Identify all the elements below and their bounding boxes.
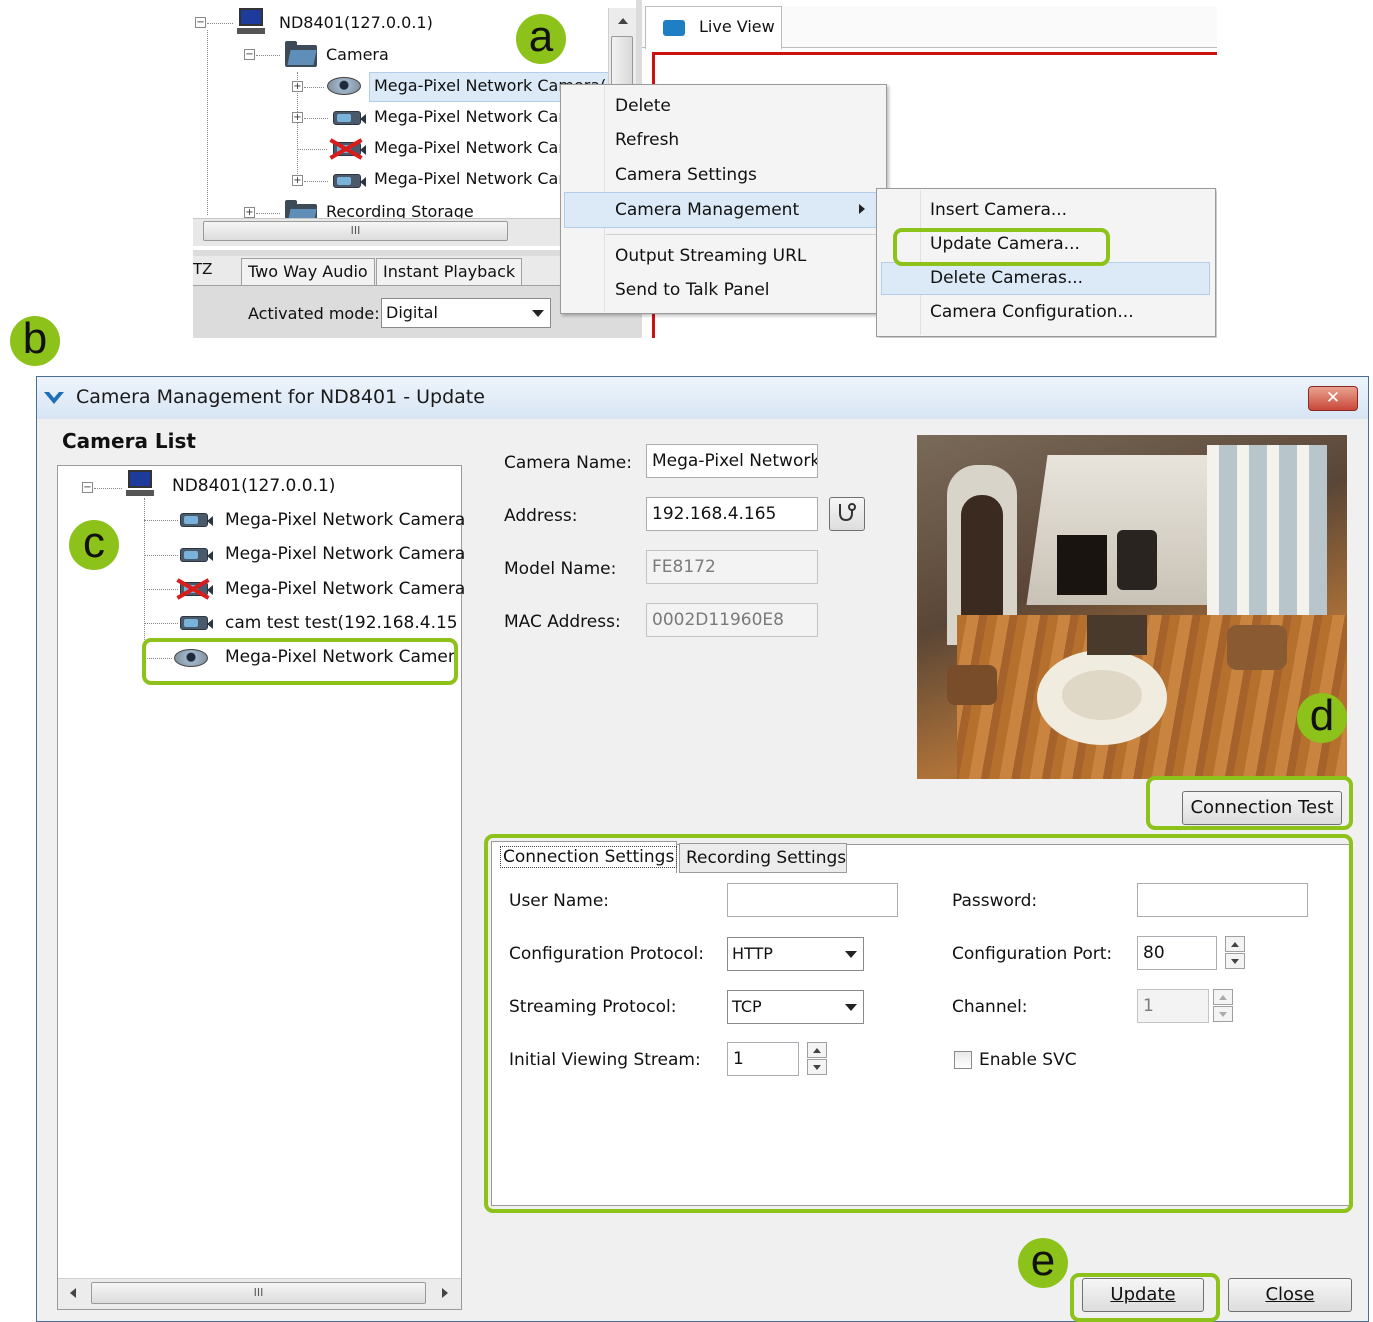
camera-list-heading: Camera List — [62, 429, 196, 453]
model-name-field: FE8172 — [646, 550, 818, 584]
update-button-highlight — [1070, 1273, 1220, 1322]
mac-address-label: MAC Address: — [504, 612, 621, 632]
menu-camera-management[interactable]: Camera Management — [615, 200, 799, 220]
pc-icon — [126, 470, 154, 496]
activated-mode-label: Activated mode: — [248, 304, 380, 323]
camera-name-label: Camera Name: — [504, 453, 632, 473]
address-field[interactable]: 192.168.4.165 — [646, 497, 818, 531]
close-button[interactable]: Close — [1228, 1278, 1352, 1312]
camera-list-server[interactable]: ND8401(127.0.0.1) — [172, 476, 335, 496]
collapse-icon[interactable]: − — [82, 482, 93, 493]
camera-name-field[interactable]: Mega-Pixel Network — [646, 444, 818, 478]
callout-e: e — [1018, 1238, 1068, 1288]
menu-insert-camera[interactable]: Insert Camera... — [930, 200, 1067, 220]
activated-mode-value: Digital — [386, 303, 438, 322]
menu-delete-cameras[interactable]: Delete Cameras... — [930, 268, 1083, 288]
model-name-label: Model Name: — [504, 559, 617, 579]
selected-camera-highlight — [142, 638, 458, 685]
title-bar: Camera Management for ND8401 - Update ✕ — [37, 377, 1368, 419]
menu-output-streaming-url[interactable]: Output Streaming URL — [615, 246, 806, 266]
connection-test-highlight — [1146, 776, 1353, 830]
disconnected-camera-icon — [330, 138, 362, 160]
camera-icon — [180, 513, 213, 527]
mac-address-field: 0002D11960E8 — [646, 603, 818, 637]
tree-item-camera-3[interactable]: Mega-Pixel Network Cam — [374, 138, 574, 157]
tree-camera-folder[interactable]: Camera — [326, 45, 389, 64]
camera-icon — [180, 548, 213, 562]
activated-mode-select[interactable]: Digital — [381, 298, 551, 328]
collapse-icon[interactable]: − — [244, 49, 255, 60]
folder-icon — [285, 41, 317, 67]
callout-c: c — [69, 520, 119, 570]
camera-list-panel: − ND8401(127.0.0.1) Mega-Pixel Network C… — [57, 465, 465, 1310]
live-view-label: Live View — [699, 17, 775, 36]
menu-send-to-talk-panel[interactable]: Send to Talk Panel — [615, 280, 770, 300]
chevron-down-icon — [532, 310, 544, 317]
address-label: Address: — [504, 506, 578, 526]
camera-icon — [333, 111, 366, 125]
expand-icon[interactable]: + — [292, 81, 303, 92]
scroll-up-icon[interactable] — [618, 18, 628, 24]
camera-preview-image — [917, 435, 1347, 779]
tab-two-way-audio[interactable]: Two Way Audio — [241, 258, 375, 286]
tree-item-camera-2[interactable]: Mega-Pixel Network Cam — [374, 107, 574, 126]
connection-settings-highlight — [484, 834, 1353, 1213]
collapse-icon[interactable]: − — [195, 17, 206, 28]
callout-d: d — [1297, 693, 1347, 743]
callout-b: b — [10, 316, 60, 366]
menu-camera-settings[interactable]: Camera Settings — [615, 165, 757, 185]
close-icon[interactable]: ✕ — [1308, 386, 1358, 411]
tree-line — [207, 30, 208, 215]
camera-tab-icon — [663, 20, 685, 36]
camera-list-item-3[interactable]: Mega-Pixel Network Camera — [225, 579, 465, 599]
camera-list-item-2[interactable]: Mega-Pixel Network Camera — [225, 544, 465, 564]
ping-button[interactable] — [829, 497, 865, 531]
tree-item-camera-4[interactable]: Mega-Pixel Network Cam — [374, 169, 574, 188]
scroll-left-icon[interactable] — [70, 1288, 76, 1298]
dome-camera-icon — [327, 77, 361, 95]
update-camera-highlight — [893, 228, 1110, 266]
tab-ptz[interactable]: TZ — [193, 260, 212, 278]
menu-camera-configuration[interactable]: Camera Configuration... — [930, 302, 1134, 322]
scrollbar-thumb[interactable]: III — [91, 1282, 426, 1304]
disconnected-camera-icon — [177, 578, 209, 600]
expand-icon[interactable]: + — [244, 207, 255, 218]
scroll-right-icon[interactable] — [442, 1288, 448, 1298]
menu-refresh[interactable]: Refresh — [615, 130, 679, 150]
stethoscope-icon — [839, 503, 856, 522]
menu-delete[interactable]: Delete — [615, 96, 671, 116]
top-screenshot: − ND8401(127.0.0.1) − Camera + Mega-Pixe… — [193, 0, 1217, 338]
camera-icon — [333, 174, 366, 188]
callout-a: a — [516, 14, 566, 64]
dialog-title: Camera Management for ND8401 - Update — [76, 386, 485, 408]
tab-instant-playback[interactable]: Instant Playback — [376, 258, 523, 286]
camera-list-item-1[interactable]: Mega-Pixel Network Camera — [225, 510, 465, 530]
pc-icon — [237, 8, 265, 34]
expand-icon[interactable]: + — [292, 112, 303, 123]
tree-server[interactable]: ND8401(127.0.0.1) — [279, 13, 433, 32]
expand-icon[interactable]: + — [292, 175, 303, 186]
submenu-arrow-icon — [859, 204, 865, 214]
app-logo-icon — [43, 389, 65, 407]
camera-list-item-4[interactable]: cam test test(192.168.4.15 — [225, 613, 458, 633]
camera-icon — [180, 616, 213, 630]
scrollbar-thumb[interactable]: III — [203, 221, 508, 241]
